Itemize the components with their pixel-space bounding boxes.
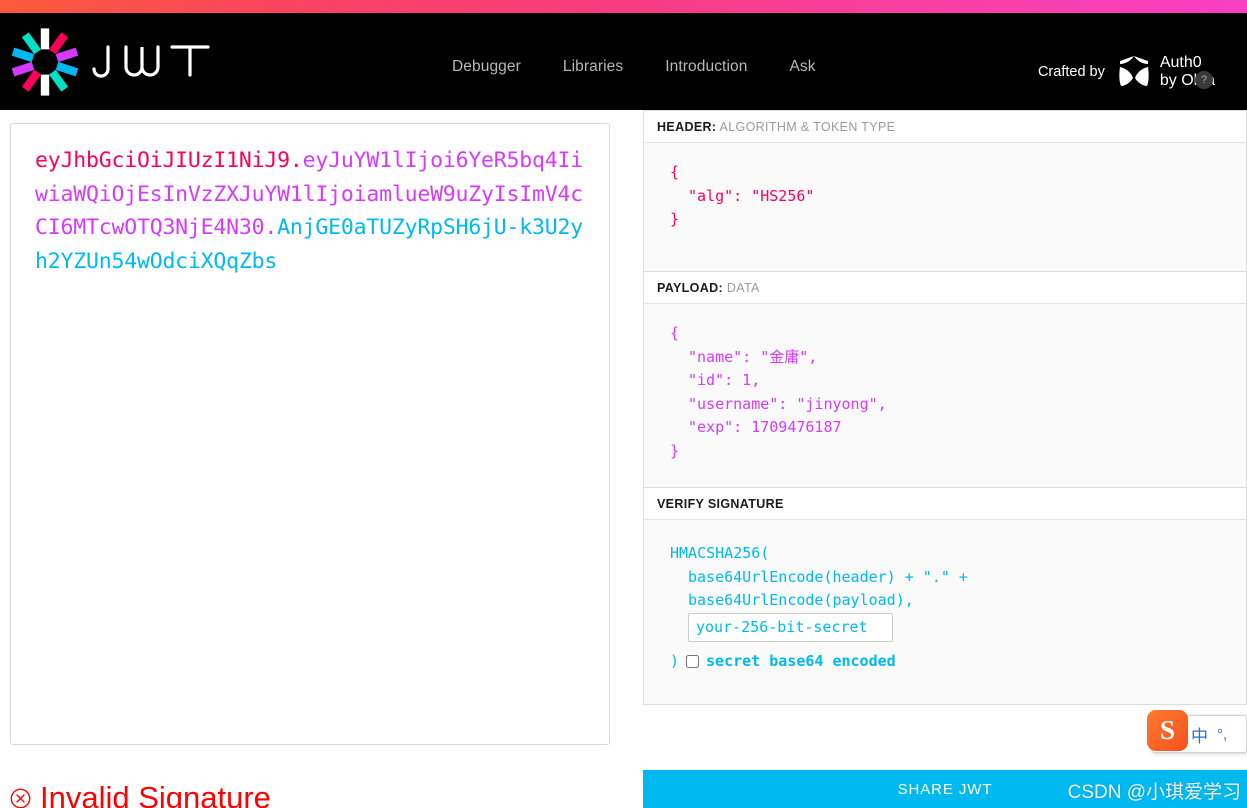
nav-item-libraries[interactable]: Libraries [563, 58, 623, 76]
brand-logo[interactable] [0, 27, 216, 97]
verify-signature-body: HMACSHA256( base64UrlEncode(header) + ".… [644, 520, 1246, 704]
decoded-header-label-strong: HEADER: [657, 120, 717, 134]
site-header: Debugger Libraries Introduction Ask Craf… [0, 13, 1247, 110]
crafted-by-label: Crafted by [1037, 64, 1105, 80]
decoded-column: HEADER: ALGORITHM & TOKEN TYPE { "alg": … [643, 110, 1247, 808]
nav-item-ask[interactable]: Ask [789, 58, 815, 76]
payload-json-line-1: { [670, 324, 680, 342]
encoded-column: eyJhbGciOiJIUzI1NiJ9.eyJuYW1lIjoi6YeR5bq… [0, 110, 643, 808]
error-circle-x-icon [10, 788, 31, 808]
payload-json-line-2: "name": "金庸", [688, 347, 818, 366]
decoded-payload-panel: PAYLOAD: DATA { "name": "金庸", "id": 1, "… [643, 272, 1247, 488]
help-icon[interactable]: ? [1195, 71, 1213, 89]
signature-line-2: base64UrlEncode(header) + "." + [688, 567, 968, 586]
auth0-shield-icon [1117, 54, 1150, 90]
decoded-header-panel: HEADER: ALGORITHM & TOKEN TYPE { "alg": … [643, 110, 1247, 272]
payload-json-line-5: "exp": 1709476187 [688, 418, 842, 436]
payload-json-line-3: "id": 1, [688, 371, 761, 389]
header-json-line-1: { [670, 163, 680, 181]
nav-item-debugger[interactable]: Debugger [452, 58, 521, 76]
sogou-logo-icon[interactable]: S [1147, 710, 1188, 751]
debugger-workspace: eyJhbGciOiJIUzI1NiJ9.eyJuYW1lIjoi6YeR5bq… [0, 110, 1247, 808]
decoded-header-body[interactable]: { "alg": "HS256" } [644, 143, 1246, 271]
share-jwt-button[interactable]: SHARE JWT [643, 770, 1247, 808]
signature-status: Invalid Signature [10, 781, 271, 808]
jwt-starburst-icon [11, 27, 79, 96]
status-badge: Invalid Signature [40, 780, 271, 808]
signature-closing-paren: ) [670, 651, 680, 670]
decoded-header-label-muted: ALGORITHM & TOKEN TYPE [719, 120, 896, 134]
main-navigation: Debugger Libraries Introduction Ask [452, 58, 816, 76]
base64-encoded-label[interactable]: secret base64 encoded [706, 650, 896, 674]
base64-encoded-checkbox[interactable] [686, 654, 700, 668]
encoded-token-text: eyJhbGciOiJIUzI1NiJ9.eyJuYW1lIjoi6YeR5bq… [35, 144, 585, 278]
ime-language-mode[interactable]: 中 [1191, 722, 1208, 747]
nav-item-introduction[interactable]: Introduction [665, 58, 747, 76]
encoded-token-textarea[interactable]: eyJhbGciOiJIUzI1NiJ9.eyJuYW1lIjoi6YeR5bq… [10, 123, 610, 745]
decoded-payload-body[interactable]: { "name": "金庸", "id": 1, "username": "ji… [644, 304, 1246, 487]
decoded-payload-label-muted: DATA [726, 281, 760, 295]
jwt-wordmark [92, 44, 210, 78]
token-dot-1: . [289, 148, 303, 173]
token-header-segment: eyJhbGciOiJIUzI1NiJ9 [35, 148, 290, 173]
verify-signature-label: VERIFY SIGNATURE [644, 488, 1246, 520]
crafted-by-block: Crafted by Auth0 by Okta ? [1038, 53, 1215, 91]
secret-input[interactable] [688, 612, 893, 642]
header-json-line-3: } [670, 210, 680, 228]
token-dot-2: . [264, 215, 278, 240]
payload-json-line-4: "username": "jinyong", [688, 394, 887, 413]
sogou-ime-toolbar[interactable]: S 中 °, [1147, 710, 1247, 753]
decoded-payload-label: PAYLOAD: DATA [644, 272, 1246, 304]
top-gradient-bar [0, 0, 1247, 13]
signature-line-3: base64UrlEncode(payload), [688, 591, 914, 609]
auth0-name: Auth0 [1159, 54, 1202, 71]
verify-signature-label-strong: VERIFY SIGNATURE [657, 497, 784, 511]
ime-punctuation-mode[interactable]: °, [1217, 726, 1227, 743]
header-json-line-2: "alg": "HS256" [688, 186, 815, 205]
decoded-header-label: HEADER: ALGORITHM & TOKEN TYPE [644, 111, 1246, 143]
verify-signature-panel: VERIFY SIGNATURE HMACSHA256( base64UrlEn… [643, 488, 1247, 705]
payload-json-line-6: } [670, 441, 680, 460]
signature-closing-row: ) secret base64 encoded [670, 650, 1220, 674]
decoded-payload-label-strong: PAYLOAD: [657, 281, 724, 295]
signature-line-1: HMACSHA256( [670, 544, 770, 562]
